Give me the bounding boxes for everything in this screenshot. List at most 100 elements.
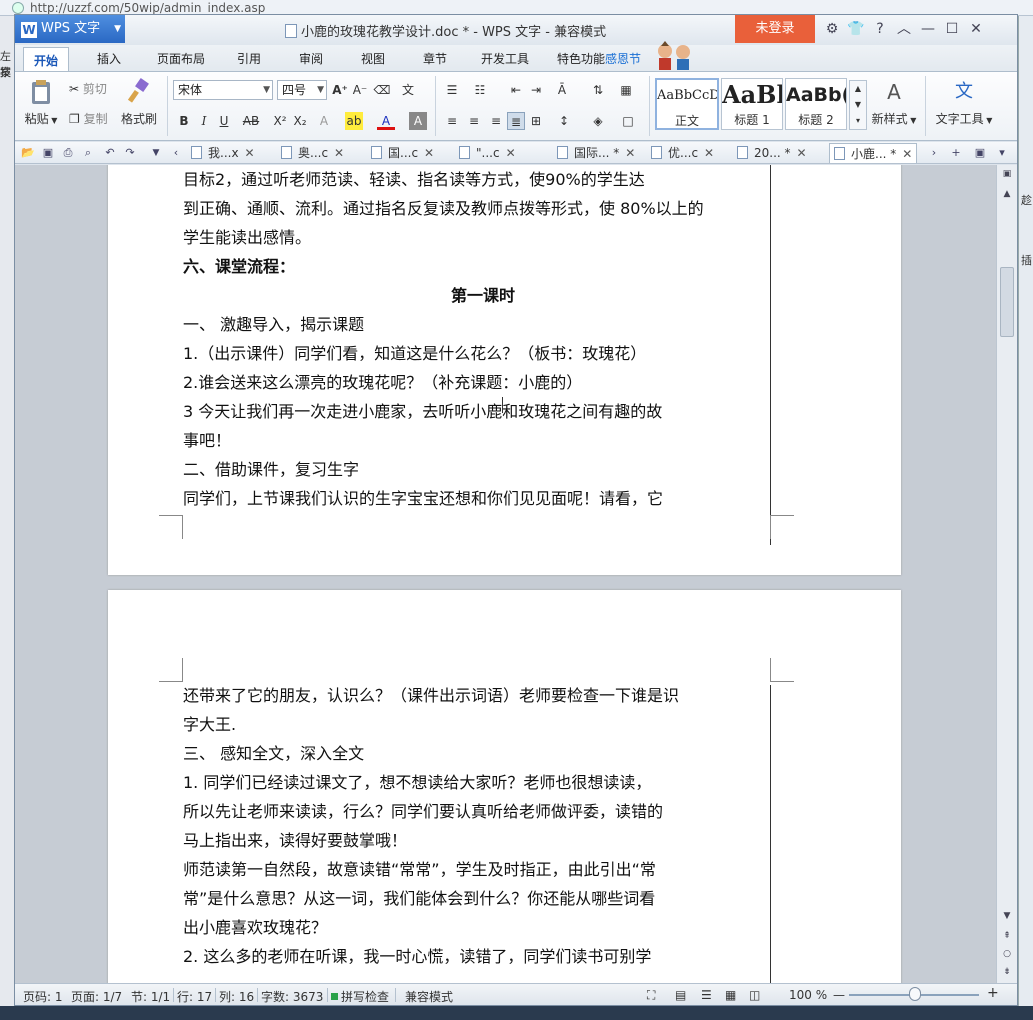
paragraph-shading-icon[interactable]: ◈: [589, 112, 607, 130]
print-icon[interactable]: ⎙: [61, 146, 75, 160]
document-tab-active[interactable]: 小鹿... * ✕: [829, 143, 918, 163]
tab-review[interactable]: 审阅: [299, 50, 323, 67]
text-direction-icon[interactable]: Ā: [553, 81, 571, 99]
document-tab[interactable]: 20... * ✕: [737, 143, 807, 163]
tab-home[interactable]: 开始: [23, 47, 70, 71]
line-spacing-icon[interactable]: ↕: [555, 112, 573, 130]
web-view-icon[interactable]: ◫: [749, 988, 760, 1002]
bold-icon[interactable]: B: [175, 112, 193, 130]
increase-indent-icon[interactable]: ⇥: [527, 81, 545, 99]
table-borders-icon[interactable]: ▦: [617, 81, 635, 99]
select-browse-object-icon[interactable]: ○: [1000, 947, 1014, 961]
highlight-icon[interactable]: ab: [345, 112, 363, 130]
copy-button[interactable]: ❐ 复制: [69, 110, 108, 127]
text-effect-icon[interactable]: A: [315, 112, 333, 130]
tab-chapter[interactable]: 章节: [423, 50, 447, 67]
zoom-in-icon[interactable]: +: [987, 985, 999, 1001]
sort-icon[interactable]: ⇅: [589, 81, 607, 99]
italic-icon[interactable]: I: [195, 112, 213, 130]
split-view-icon[interactable]: ▣: [1000, 167, 1014, 181]
tab-list-icon[interactable]: ▣: [973, 146, 987, 160]
grow-font-icon[interactable]: A⁺: [331, 81, 349, 99]
close-tab-icon[interactable]: ✕: [245, 146, 255, 160]
shrink-font-icon[interactable]: A⁻: [351, 81, 369, 99]
next-page-icon[interactable]: ⇟: [1000, 965, 1014, 979]
new-style-button[interactable]: A 新样式 ▼: [867, 78, 921, 127]
decrease-indent-icon[interactable]: ⇤: [507, 81, 525, 99]
redo-icon[interactable]: ↷: [123, 146, 137, 160]
tab-developer[interactable]: 开发工具: [481, 50, 529, 67]
tab-page-layout[interactable]: 页面布局: [157, 50, 205, 67]
close-icon[interactable]: ✕: [965, 19, 987, 39]
tabs-right-icon[interactable]: ›: [927, 146, 941, 160]
fullscreen-icon[interactable]: ⛶: [647, 988, 655, 1003]
align-center-icon[interactable]: ≡: [465, 112, 483, 130]
close-tab-icon[interactable]: ✕: [506, 146, 516, 160]
settings-icon[interactable]: ⚙: [821, 19, 843, 39]
document-canvas[interactable]: 目标2，通过听老师范读、轻读、指名读等方式，使90%的学生达 到正确、通顺、流利。…: [15, 165, 996, 983]
justify-icon[interactable]: ≣: [507, 112, 525, 130]
open-icon[interactable]: 📂: [21, 146, 35, 160]
zoom-out-icon[interactable]: —: [833, 988, 845, 1002]
distribute-icon[interactable]: ⊞: [527, 112, 545, 130]
char-shading-icon[interactable]: A: [409, 112, 427, 130]
document-tab[interactable]: 国...c ✕: [371, 143, 434, 163]
font-color-icon[interactable]: A: [377, 112, 395, 130]
scrollbar-thumb[interactable]: [1000, 267, 1014, 337]
font-size-select[interactable]: 四号 ▼: [277, 80, 327, 100]
close-tab-icon[interactable]: ✕: [334, 146, 344, 160]
tab-thanksgiving[interactable]: 感恩节: [605, 50, 641, 67]
bullet-list-icon[interactable]: ☰: [443, 81, 461, 99]
undo-icon[interactable]: ↶: [103, 146, 117, 160]
login-button[interactable]: 未登录: [735, 15, 815, 43]
new-tab-icon[interactable]: +: [949, 146, 963, 160]
close-tab-icon[interactable]: ✕: [424, 146, 434, 160]
cut-button[interactable]: ✂ 剪切: [69, 80, 107, 97]
close-tab-icon[interactable]: ✕: [704, 146, 714, 160]
customize-icon[interactable]: ▼: [149, 146, 163, 160]
app-menu-button[interactable]: W WPS 文字 ▼: [15, 15, 125, 43]
collapse-ribbon-icon[interactable]: ︿: [893, 19, 915, 39]
paste-button[interactable]: 粘贴 ▼: [21, 78, 61, 127]
tab-features[interactable]: 特色功能: [557, 50, 605, 67]
document-tab[interactable]: 我...x ✕: [191, 143, 255, 163]
numbered-list-icon[interactable]: ☷: [471, 81, 489, 99]
zoom-level[interactable]: 100 %: [789, 988, 827, 1002]
close-tab-icon[interactable]: ✕: [797, 146, 807, 160]
tabs-left-icon[interactable]: ‹: [169, 146, 183, 160]
text-tools-button[interactable]: 文 文字工具 ▼: [931, 78, 997, 127]
strikethrough-icon[interactable]: AB: [239, 112, 263, 130]
print-preview-icon[interactable]: ⌕: [81, 146, 95, 160]
subscript-icon[interactable]: X₂: [291, 112, 309, 130]
skin-icon[interactable]: 👕: [845, 19, 867, 39]
tab-view[interactable]: 视图: [361, 50, 385, 67]
close-tab-icon[interactable]: ✕: [902, 147, 912, 161]
document-page[interactable]: 目标2，通过听老师范读、轻读、指名读等方式，使90%的学生达 到正确、通顺、流利。…: [108, 165, 901, 575]
style-heading-2[interactable]: AaBb( 标题 2: [785, 78, 847, 130]
underline-icon[interactable]: U: [215, 112, 233, 130]
document-tab[interactable]: 奥...c ✕: [281, 143, 344, 163]
reading-view-icon[interactable]: ▦: [725, 988, 736, 1002]
status-word-count[interactable]: 字数: 3673: [261, 988, 323, 1005]
style-gallery-scroll-icon[interactable]: ▲ ▼ ▾: [849, 80, 867, 130]
borders-icon[interactable]: □: [619, 112, 637, 130]
help-icon[interactable]: ?: [869, 19, 891, 39]
previous-page-icon[interactable]: ⇞: [1000, 929, 1014, 943]
zoom-slider-handle[interactable]: [909, 987, 921, 1001]
document-page[interactable]: 还带来了它的朋友，认识么？（课件出示词语）老师要检查一下谁是识 字大王. 三、 感知…: [108, 590, 901, 983]
vertical-scrollbar[interactable]: ▣ ▲ ▼ ⇞ ○ ⇟: [996, 165, 1017, 983]
scroll-up-icon[interactable]: ▲: [1000, 187, 1014, 201]
outline-view-icon[interactable]: ☰: [701, 988, 712, 1002]
scroll-down-icon[interactable]: ▼: [1000, 909, 1014, 923]
spell-check-button[interactable]: 拼写检查: [331, 988, 389, 1005]
style-normal[interactable]: AaBbCcD 正文: [655, 78, 719, 130]
align-left-icon[interactable]: ≡: [443, 112, 461, 130]
document-tab[interactable]: "...c ✕: [459, 143, 516, 163]
style-heading-1[interactable]: AaBl 标题 1: [721, 78, 783, 130]
font-name-select[interactable]: 宋体 ▼: [173, 80, 273, 100]
tabs-menu-icon[interactable]: ▾: [995, 146, 1009, 160]
clear-format-icon[interactable]: ⌫: [373, 81, 391, 99]
phonetic-guide-icon[interactable]: 文: [399, 81, 417, 99]
align-right-icon[interactable]: ≡: [487, 112, 505, 130]
status-page[interactable]: 页码: 1: [23, 988, 63, 1005]
